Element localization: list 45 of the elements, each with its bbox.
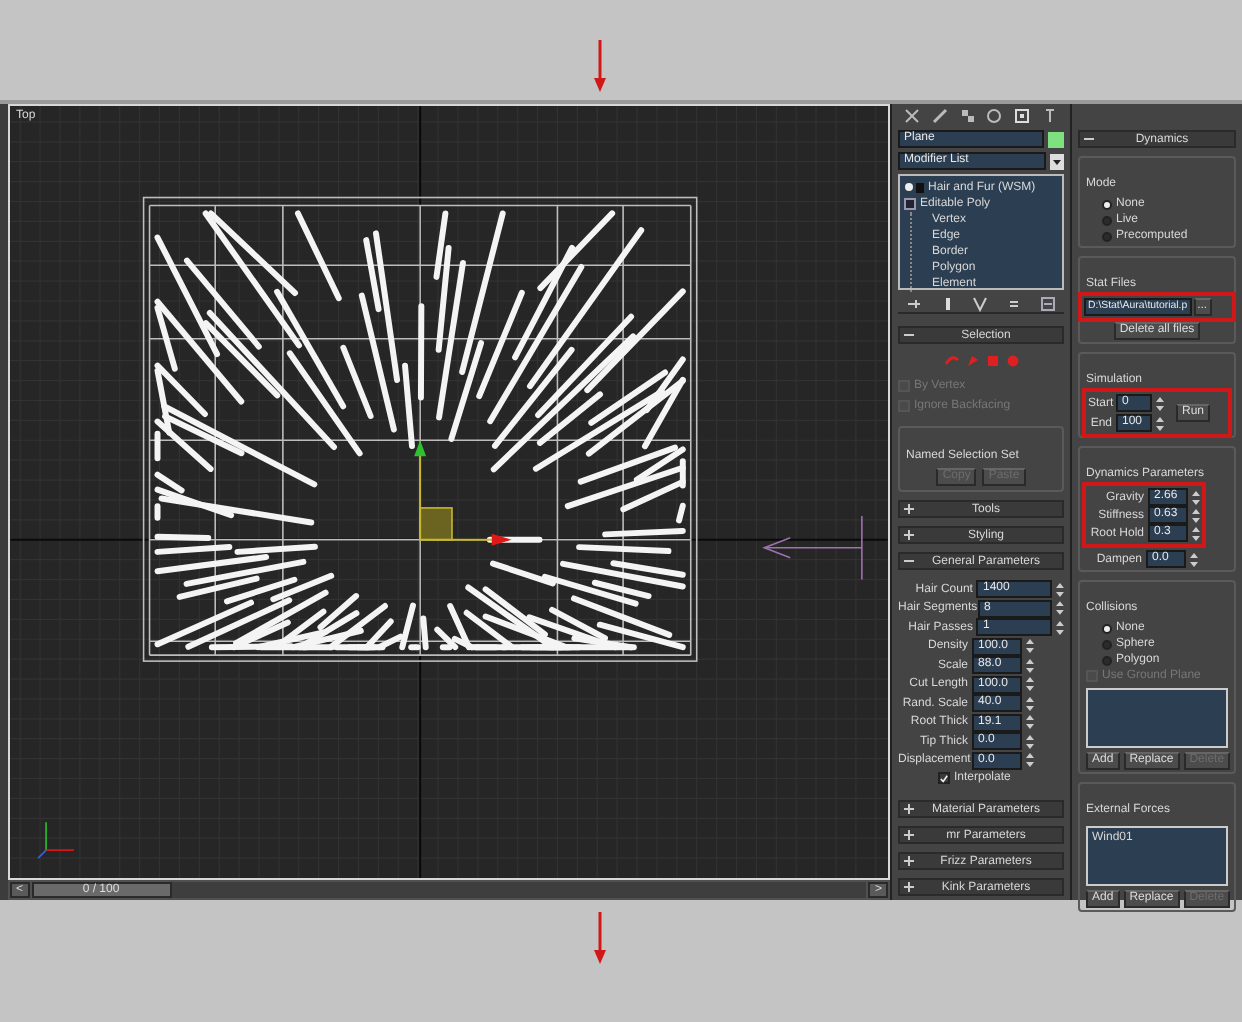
axis-tripod-icon: [37, 821, 75, 859]
radio-button[interactable]: [1102, 231, 1112, 241]
plus-icon[interactable]: [904, 530, 914, 540]
spinner-arrows-icon[interactable]: [1056, 581, 1064, 597]
radio-button[interactable]: [1102, 199, 1112, 209]
spinner-arrows-icon[interactable]: [1156, 395, 1164, 411]
motion-icon[interactable]: [986, 108, 1003, 124]
radio-button[interactable]: [1102, 623, 1112, 633]
radio-button[interactable]: [1102, 655, 1112, 665]
spinner-arrows-icon[interactable]: [1026, 657, 1034, 673]
spinner-arrows-icon[interactable]: [1026, 676, 1034, 692]
down-arrow-icon: [594, 40, 606, 92]
spinner-arrows-icon[interactable]: [1156, 415, 1164, 431]
object-color-swatch[interactable]: [1048, 131, 1064, 147]
spinner-arrows-icon[interactable]: [1192, 525, 1200, 541]
display-icon[interactable]: [1014, 108, 1031, 124]
checkbox[interactable]: [938, 772, 950, 784]
dropdown-arrow-icon[interactable]: [1050, 153, 1064, 169]
wind-arrow-icon[interactable]: [762, 515, 863, 581]
transform-gizmo-drawing[interactable]: [414, 440, 512, 546]
collision-objects-list[interactable]: [1086, 688, 1228, 748]
plus-icon[interactable]: [904, 882, 914, 892]
spinner-arrows-icon[interactable]: [1026, 714, 1034, 730]
spinner-arrows-icon[interactable]: [1026, 695, 1034, 711]
spinner-arrows-icon[interactable]: [1192, 507, 1200, 523]
down-arrow-icon: [594, 912, 606, 964]
spinner-arrows-icon[interactable]: [1056, 619, 1064, 635]
minus-icon[interactable]: [904, 556, 914, 566]
spinner-arrows-icon[interactable]: [1192, 489, 1200, 505]
utilities-icon[interactable]: [1042, 108, 1059, 124]
hierarchy-icon[interactable]: [959, 108, 976, 124]
collapse-box-icon[interactable]: [904, 198, 916, 210]
spinner-arrows-icon[interactable]: [1026, 638, 1034, 654]
minus-icon[interactable]: [904, 330, 914, 340]
plus-icon[interactable]: [904, 830, 914, 840]
spinner-arrows-icon[interactable]: [1026, 752, 1034, 768]
radio-button[interactable]: [1102, 215, 1112, 225]
minus-icon[interactable]: [1084, 134, 1094, 144]
spinner-arrows-icon[interactable]: [1190, 551, 1198, 567]
spinner-arrows-icon[interactable]: [1056, 600, 1064, 616]
plus-icon[interactable]: [904, 856, 914, 866]
plus-icon[interactable]: [904, 504, 914, 514]
radio-button[interactable]: [1102, 639, 1112, 649]
spinner-arrows-icon[interactable]: [1026, 733, 1034, 749]
plus-icon[interactable]: [904, 804, 914, 814]
